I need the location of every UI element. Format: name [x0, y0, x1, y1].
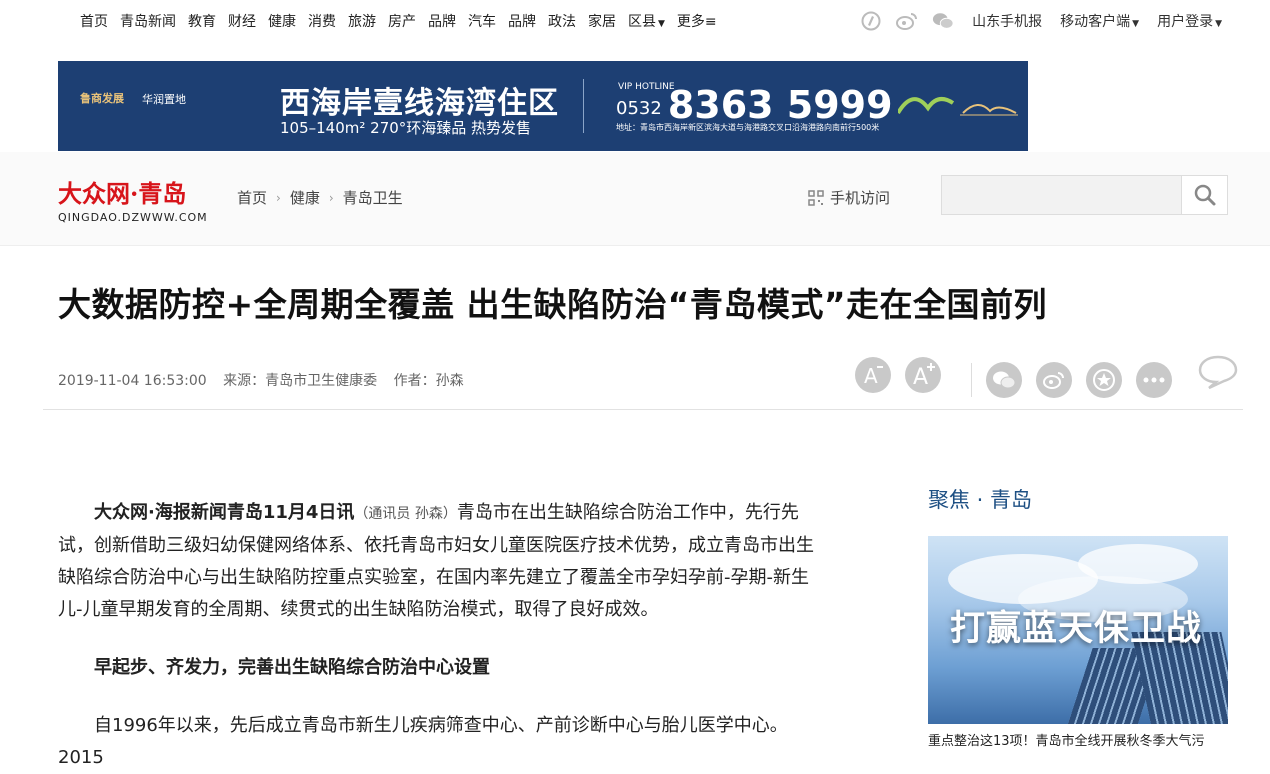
more-share-button[interactable]: [1136, 362, 1172, 398]
share-wechat-button[interactable]: [986, 362, 1022, 398]
banner-phone-prefix: 0532: [616, 98, 662, 119]
favorite-button[interactable]: [1086, 362, 1122, 398]
wechat-icon: [993, 371, 1016, 389]
mobile-visit-link[interactable]: 手机访问: [808, 187, 890, 208]
top-navigation-bar: 首页 青岛新闻 教育 财经 健康 消费 旅游 房产 品牌 汽车 品牌 政法 家居…: [0, 0, 1270, 42]
search-input[interactable]: [942, 176, 1182, 214]
shandong-mobile-paper-link[interactable]: 山东手机报: [972, 11, 1042, 31]
article-lead: 大众网·海报新闻青岛11月4日讯: [94, 502, 355, 523]
mobile-client-label: 移动客户端: [1060, 14, 1131, 30]
breadcrumb-health[interactable]: 健康: [290, 187, 320, 208]
article-author: 作者：孙森: [393, 373, 464, 389]
banner-address: 地址：青岛市西海岸新区滨海大道与海港路交叉口沿海港路向南前行500米: [616, 123, 880, 132]
nav-brand[interactable]: 品牌: [428, 11, 456, 31]
mobile-visit-label: 手机访问: [830, 189, 891, 207]
sina-app-icon[interactable]: [860, 11, 882, 31]
article-datetime: 2019-11-04 16:53:00: [58, 373, 207, 389]
nav-home-living[interactable]: 家居: [588, 11, 616, 31]
sidebar-caption-link[interactable]: 重点整治这13项！青岛市全线开展秋冬季大气污: [928, 730, 1228, 749]
sidebar-image-text: 打赢蓝天保卫战: [950, 609, 1203, 649]
wechat-icon[interactable]: [932, 11, 954, 31]
article-body: 大众网·海报新闻青岛11月4日讯（通讯员 孙森）青岛市在出生缺陷综合防治工作中，…: [58, 497, 828, 774]
nav-health[interactable]: 健康: [268, 11, 296, 31]
banner-logo-lushang: 鲁商发展: [80, 92, 124, 105]
nav-qingdao-news[interactable]: 青岛新闻: [120, 11, 176, 31]
chevron-right-icon: ›: [328, 190, 334, 205]
article-subheading: 早起步、齐发力，完善出生缺陷综合防治中心设置: [94, 657, 490, 678]
site-domain: QINGDAO.DZWWW.COM: [58, 211, 208, 224]
site-brand: 大众网·青岛: [58, 179, 187, 208]
nav-consumer[interactable]: 消费: [308, 11, 336, 31]
article-paragraph: 大众网·海报新闻青岛11月4日讯（通讯员 孙森）青岛市在出生缺陷综合防治工作中，…: [58, 497, 828, 626]
svg-text:A: A: [913, 365, 928, 390]
nav-brand-2[interactable]: 品牌: [508, 11, 536, 31]
nav-travel[interactable]: 旅游: [348, 11, 376, 31]
font-increase-icon: A: [913, 363, 935, 390]
site-header: 大众网·青岛 QINGDAO.DZWWW.COM 首页 › 健康 › 青岛卫生 …: [0, 152, 1270, 246]
banner-headline: 西海岸壹线海湾住区: [280, 86, 559, 121]
toolbar-divider: [971, 363, 972, 397]
nav-education[interactable]: 教育: [188, 11, 216, 31]
top-right-links: 山东手机报 移动客户端 ▼ 用户登录 ▼: [860, 11, 1222, 31]
share-weibo-button[interactable]: [1036, 362, 1072, 398]
article-title: 大数据防控+全周期全覆盖 出生缺陷防治“青岛模式”走在全国前列: [58, 285, 1048, 324]
more-dots-icon: [1143, 377, 1165, 383]
article-source: 来源：青岛市卫生健康委: [223, 373, 378, 389]
sidebar-title: 聚焦 · 青岛: [928, 488, 1033, 512]
svg-text:A: A: [864, 364, 878, 388]
banner-landscape-art: [898, 97, 1018, 116]
nav-home[interactable]: 首页: [80, 11, 108, 31]
search-button[interactable]: [1181, 176, 1227, 214]
article-meta: 2019-11-04 16:53:00 来源：青岛市卫生健康委 作者：孙森: [58, 370, 476, 390]
user-login-dropdown[interactable]: 用户登录 ▼: [1157, 11, 1222, 31]
nav-district-label: 区县: [628, 14, 656, 30]
caret-down-icon: ▼: [1215, 19, 1222, 29]
weibo-icon[interactable]: [896, 11, 918, 31]
nav-auto[interactable]: 汽车: [468, 11, 496, 31]
weibo-icon: [1043, 372, 1064, 389]
header-divider: [43, 409, 1243, 410]
caret-down-icon: ▼: [1132, 19, 1140, 29]
breadcrumb-home[interactable]: 首页: [237, 187, 267, 208]
search-icon: [1194, 184, 1215, 206]
caret-down-icon: ▼: [658, 19, 665, 29]
article-toolbar: A A: [855, 352, 1240, 398]
nav-realestate[interactable]: 房产: [388, 11, 416, 31]
banner-ad[interactable]: 鲁商发展 华润置地 西海岸壹线海湾住区 105–140m² 270°环海臻品 热…: [58, 61, 1028, 151]
article-byline: （通讯员 孙森）: [354, 506, 457, 522]
star-icon: [1093, 369, 1115, 391]
banner-divider: [583, 79, 584, 133]
qr-code-icon: [808, 189, 824, 206]
comment-icon: [1198, 355, 1238, 390]
nav-finance[interactable]: 财经: [228, 11, 256, 31]
nav-law[interactable]: 政法: [548, 11, 576, 31]
breadcrumb-qingdao-health[interactable]: 青岛卫生: [343, 187, 403, 208]
banner-logos: 鲁商发展 华润置地: [80, 91, 186, 107]
banner-phone: 0532 8363 5999: [616, 83, 893, 127]
nav-more[interactable]: 更多≡: [677, 11, 717, 31]
chevron-right-icon: ›: [276, 190, 281, 205]
sidebar-feature-image[interactable]: 打赢蓝天保卫战: [928, 536, 1228, 724]
banner-phone-number: 8363 5999: [667, 83, 893, 127]
nav-district-dropdown[interactable]: 区县 ▼: [628, 11, 665, 31]
top-nav-links: 首页 青岛新闻 教育 财经 健康 消费 旅游 房产 品牌 汽车 品牌 政法 家居…: [80, 11, 729, 31]
article-paragraph-2: 自1996年以来，先后成立青岛市新生儿疾病筛查中心、产前诊断中心与胎儿医学中心。…: [58, 715, 788, 768]
banner-subline: 105–140m² 270°环海臻品 热势发售: [280, 119, 532, 137]
banner-logo-crland: 华润置地: [142, 93, 186, 106]
user-login-label: 用户登录: [1157, 14, 1214, 30]
breadcrumb: 首页 › 健康 › 青岛卫生: [237, 187, 403, 208]
font-increase-button[interactable]: A: [905, 357, 941, 393]
search-box: [941, 175, 1228, 215]
mobile-client-dropdown[interactable]: 移动客户端 ▼: [1060, 11, 1139, 31]
font-decrease-icon: A: [864, 364, 883, 388]
font-decrease-button[interactable]: A: [855, 357, 891, 393]
comment-button[interactable]: [1196, 352, 1240, 392]
site-logo[interactable]: 大众网·青岛 QINGDAO.DZWWW.COM: [58, 174, 208, 224]
